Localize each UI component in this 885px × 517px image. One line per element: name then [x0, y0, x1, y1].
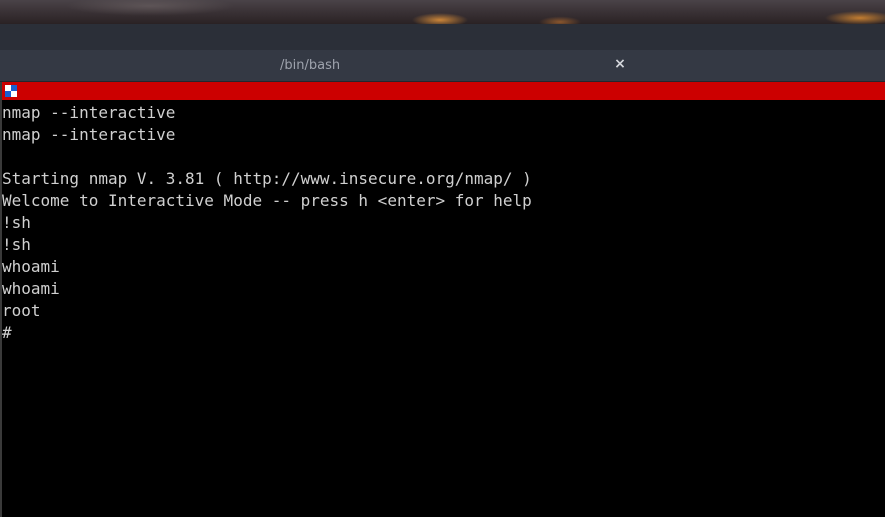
close-icon[interactable]: × [613, 56, 627, 72]
terminal-line: !sh [2, 213, 31, 232]
terminal-title-bar [2, 82, 885, 100]
terminal-line: nmap --interactive [2, 125, 176, 144]
terminal-line: root [2, 301, 41, 320]
terminal-line: Starting nmap V. 3.81 ( http://www.insec… [2, 169, 532, 188]
terminal-output[interactable]: nmap --interactive nmap --interactive Star… [2, 102, 882, 344]
terminal-line: whoami [2, 257, 60, 276]
terminal-line: Welcome to Interactive Mode -- press h <… [2, 191, 532, 210]
terminal-line: whoami [2, 279, 60, 298]
tab-title[interactable]: /bin/bash [280, 58, 340, 73]
terminal-window-icon[interactable] [5, 85, 17, 97]
tab-bar: /bin/bash × [0, 50, 885, 82]
terminal-line: # [2, 323, 12, 342]
terminal-window[interactable]: nmap --interactive nmap --interactive Star… [0, 82, 885, 517]
top-panel [0, 24, 885, 50]
terminal-line: nmap --interactive [2, 103, 176, 122]
desktop-wallpaper [0, 0, 885, 24]
terminal-line: !sh [2, 235, 31, 254]
